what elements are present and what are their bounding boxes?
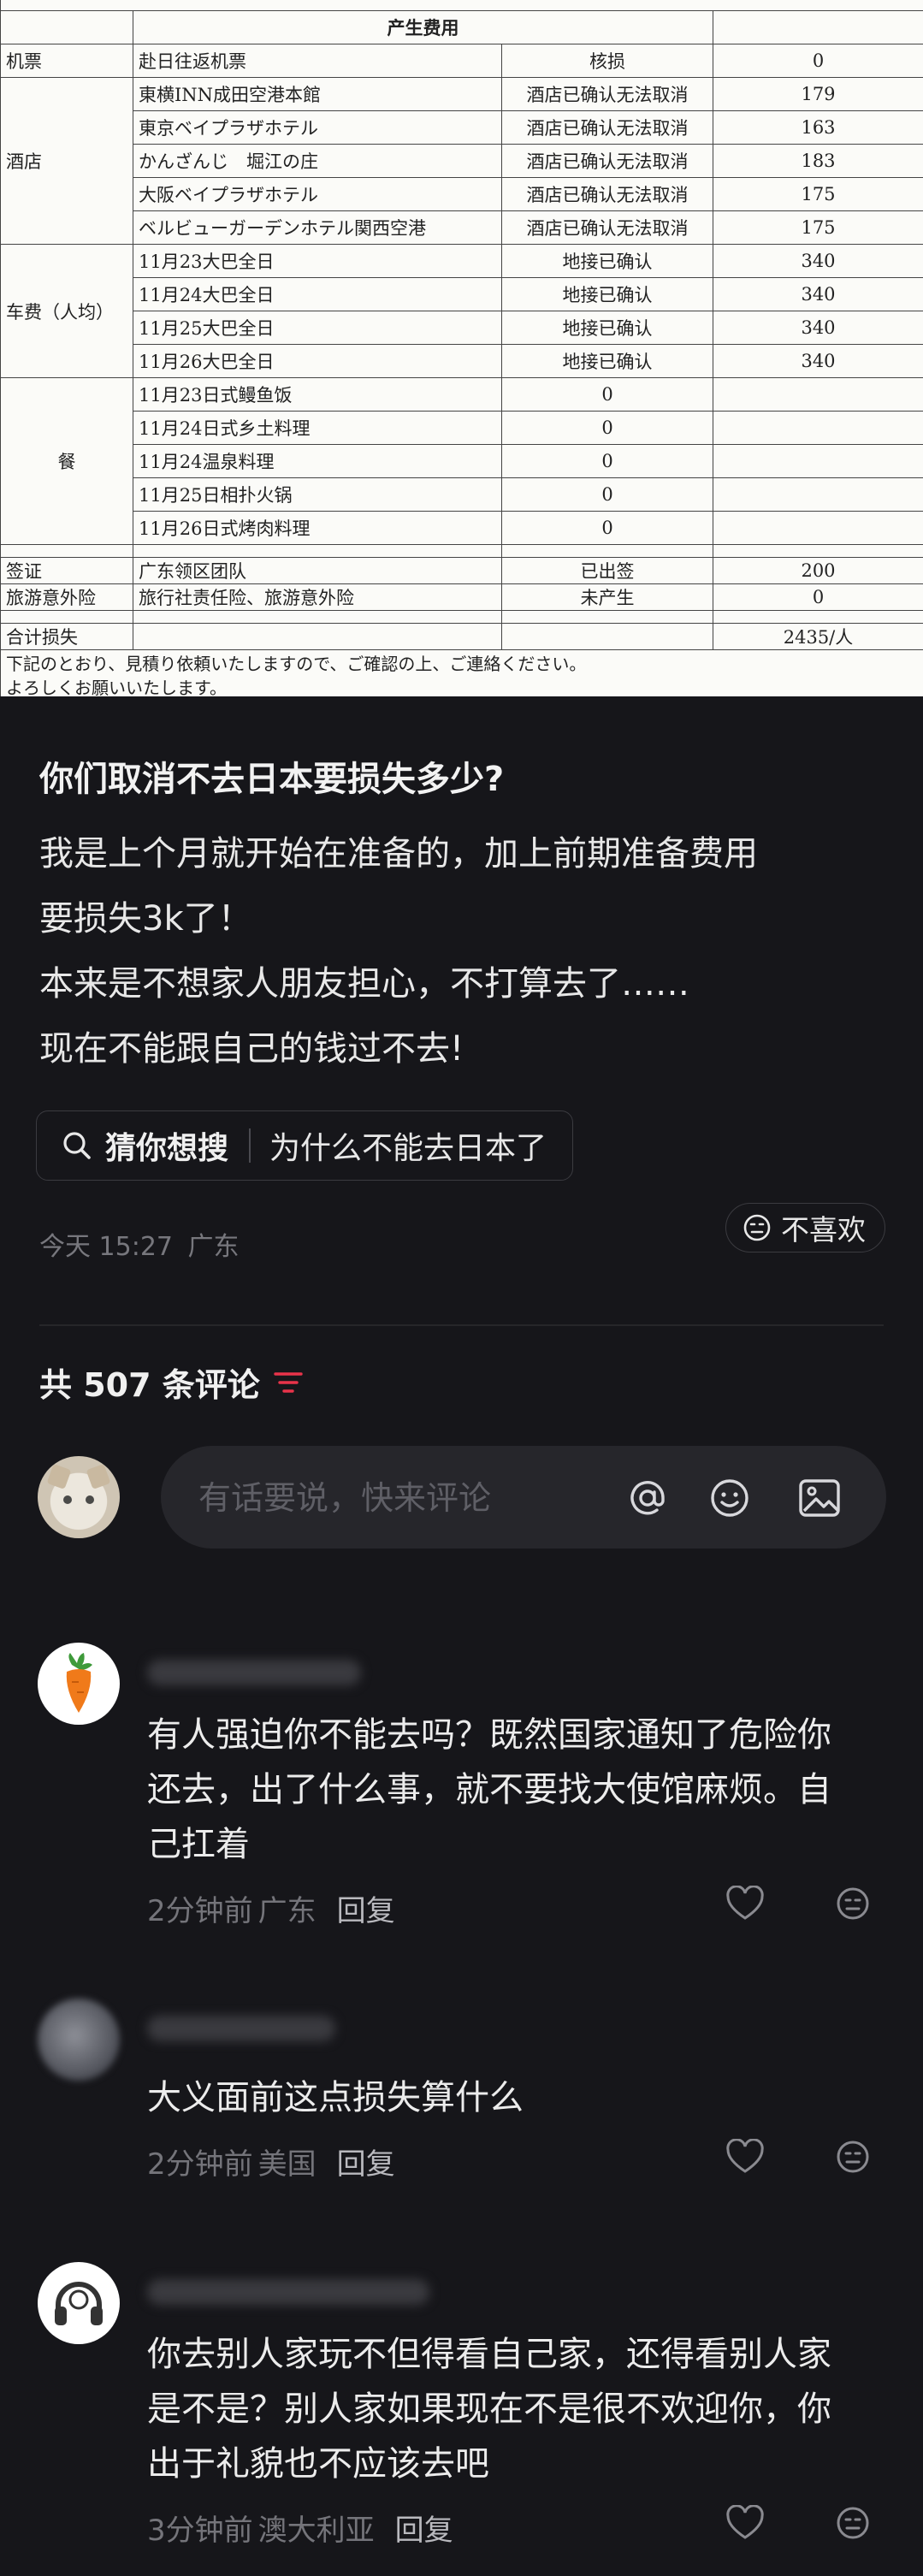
post-time: 今天 15:27 bbox=[39, 1232, 173, 1262]
category-cell: 酒店 bbox=[0, 77, 133, 245]
comment-line: 还去，出了什么事，就不要找大使馆麻烦。自 bbox=[147, 1770, 831, 1809]
table-row: 旅游意外险 旅行社责任险、旅游意外险 未产生 0 bbox=[0, 583, 923, 611]
table-header-row: 产生费用 bbox=[0, 10, 923, 44]
comment-count: 共 507 条评论 bbox=[39, 1359, 303, 1406]
comment-meta: 2分钟前 广东 回复 bbox=[147, 1887, 395, 1929]
comment-meta: 2分钟前 美国 回复 bbox=[147, 2141, 395, 2182]
post-body-line: 我是上个月就开始在准备的，加上前期准备费用 bbox=[39, 834, 758, 873]
avatar-eye bbox=[63, 1495, 72, 1504]
sad-face-icon[interactable] bbox=[835, 1886, 871, 1922]
table-row: 11月24大巴全日 地接已确认 340 bbox=[1, 277, 923, 311]
table-total-row: 合计损失 2435/人 bbox=[0, 623, 923, 650]
post-title: 你们取消不去日本要损失多少? bbox=[39, 760, 505, 799]
category-cell: 车费（人均） bbox=[0, 244, 133, 378]
comment-time: 2分钟前 bbox=[147, 2147, 253, 2182]
post-body: 我是上个月就开始在准备的，加上前期准备费用 要损失3k了！ 本来是不想家人朋友担… bbox=[39, 821, 895, 1081]
table-row: 東京ベイプラザホテル 酒店已确认无法取消 163 bbox=[1, 110, 923, 145]
heart-icon[interactable] bbox=[725, 2139, 765, 2175]
table-note-row: 下記のとおり、見積り依頼いたしますので、ご確認の上、ご連絡ください。 よろしくお… bbox=[0, 649, 923, 696]
table-row: ベルビューガーデンホテル関西空港 酒店已确认无法取消 175 bbox=[1, 210, 923, 245]
comment-location: 美国 bbox=[257, 2147, 317, 2182]
table-row: 签证 广东领区团队 已出签 200 bbox=[0, 557, 923, 584]
table-row: かんざんじ 堀江の庄 酒店已确认无法取消 183 bbox=[1, 144, 923, 178]
avatar-ear bbox=[86, 1463, 111, 1490]
dislike-label: 不喜欢 bbox=[781, 1213, 866, 1247]
post-body-line: 现在不能跟自己的钱过不去! bbox=[39, 1029, 464, 1069]
carrot-avatar[interactable] bbox=[38, 1643, 120, 1725]
comment-count-label: 共 507 条评论 bbox=[39, 1366, 260, 1404]
table-row: 餐 11月23日式鳗鱼饭 0 bbox=[0, 377, 923, 545]
table-header-row bbox=[0, 0, 923, 11]
guess-query: 为什么不能去日本了 bbox=[269, 1131, 547, 1166]
search-icon bbox=[63, 1132, 91, 1159]
headphones-icon bbox=[55, 2282, 103, 2325]
table-spacer-row bbox=[0, 544, 923, 558]
table-row: 车费（人均） 11月23大巴全日 地接已确认 340 bbox=[0, 244, 923, 378]
sort-icon[interactable] bbox=[274, 1370, 303, 1395]
table-row: 11月25日相扑火锅 0 bbox=[1, 477, 923, 512]
reply-button[interactable]: 回复 bbox=[395, 2514, 453, 2548]
table-note: 下記のとおり、見積り依頼いたしますので、ご確認の上、ご連絡ください。 よろしくお… bbox=[0, 649, 923, 696]
comment-location: 澳大利亚 bbox=[257, 2514, 375, 2548]
image-icon[interactable] bbox=[797, 1477, 842, 1519]
category-cell: 餐 bbox=[0, 377, 133, 545]
comment-input[interactable] bbox=[197, 1446, 577, 1550]
table-title: 产生费用 bbox=[133, 10, 713, 44]
comment-text: 有人强迫你不能去吗？既然国家通知了危险你 还去，出了什么事，就不要找大使馆麻烦。… bbox=[147, 1708, 883, 1872]
avatar-eye bbox=[86, 1495, 94, 1504]
comment-input-bar[interactable] bbox=[161, 1446, 886, 1550]
comment-time: 3分钟前 bbox=[147, 2514, 253, 2548]
comment-location: 广东 bbox=[257, 1894, 317, 1928]
cost-table: 产生费用 机票 赴日往返机票 核损 0 酒店 東横INN成田空港本館 酒店已确认无法取消 1… bbox=[0, 0, 923, 696]
comment-text: 你去别人家玩不但得看自己家，还得看别人家 是不是？别人家如果现在不是很不欢迎你，… bbox=[147, 2327, 883, 2491]
sad-face-icon bbox=[743, 1214, 771, 1241]
sad-face-icon[interactable] bbox=[835, 2505, 871, 2541]
username-blurred[interactable] bbox=[147, 2279, 429, 2305]
headphones-avatar[interactable] bbox=[38, 2262, 120, 2344]
comment-line: 出于礼貌也不应该去吧 bbox=[147, 2444, 489, 2484]
comment-time: 2分钟前 bbox=[147, 1894, 253, 1928]
blurred-avatar[interactable] bbox=[38, 1999, 120, 2081]
guess-divider bbox=[249, 1128, 251, 1163]
my-avatar[interactable] bbox=[38, 1456, 120, 1538]
table-row: 大阪ベイプラザホテル 酒店已确认无法取消 175 bbox=[1, 177, 923, 211]
username-blurred[interactable] bbox=[147, 2016, 335, 2041]
section-divider bbox=[39, 1324, 884, 1326]
cost-table-image: 产生费用 机票 赴日往返机票 核损 0 酒店 東横INN成田空港本館 酒店已确认无法取消 1… bbox=[0, 0, 923, 696]
heart-icon[interactable] bbox=[725, 2505, 765, 2541]
total-value: 2435/人 bbox=[713, 623, 923, 650]
username-blurred[interactable] bbox=[147, 1660, 361, 1685]
dislike-button[interactable]: 不喜欢 bbox=[725, 1203, 885, 1252]
reply-button[interactable]: 回复 bbox=[337, 1894, 395, 1928]
comment-line: 大义面前这点损失算什么 bbox=[147, 2078, 524, 2117]
comment-line: 己扛着 bbox=[147, 1825, 250, 1864]
comment-line: 有人强迫你不能去吗？既然国家通知了危险你 bbox=[147, 1715, 831, 1755]
post-body-line: 本来是不想家人朋友担心，不打算去了…… bbox=[39, 964, 689, 1004]
mention-icon[interactable] bbox=[626, 1477, 669, 1519]
comment-text: 大义面前这点损失算什么 bbox=[147, 2070, 883, 2125]
emoji-icon[interactable] bbox=[708, 1477, 751, 1519]
carrot-icon bbox=[66, 1653, 92, 1713]
post-meta: 今天 15:27 广东 bbox=[39, 1225, 240, 1263]
table-row: 11月26日式烤肉料理 0 bbox=[1, 511, 923, 545]
sad-face-icon[interactable] bbox=[835, 2139, 871, 2175]
reply-button[interactable]: 回复 bbox=[337, 2147, 395, 2182]
table-row: 酒店 東横INN成田空港本館 酒店已确认无法取消 179 bbox=[0, 77, 923, 245]
avatar-ear bbox=[46, 1463, 72, 1490]
table-row: 11月24日式乡土料理 0 bbox=[1, 411, 923, 445]
guess-search-chip[interactable]: 猜你想搜 为什么不能去日本了 bbox=[36, 1110, 574, 1181]
post-body-line: 要损失3k了！ bbox=[39, 899, 252, 939]
post-location: 广东 bbox=[187, 1232, 240, 1262]
comment-meta: 3分钟前 澳大利亚 回复 bbox=[147, 2507, 453, 2549]
table-spacer-row bbox=[0, 610, 923, 624]
comment-line: 你去别人家玩不但得看自己家，还得看别人家 bbox=[147, 2335, 831, 2374]
guess-label: 猜你想搜 bbox=[105, 1131, 229, 1166]
table-row: 11月26大巴全日 地接已确认 340 bbox=[1, 344, 923, 378]
total-label: 合计损失 bbox=[0, 623, 133, 650]
table-row: 11月25大巴全日 地接已确认 340 bbox=[1, 311, 923, 345]
table-row: 11月24温泉料理 0 bbox=[1, 444, 923, 478]
comment-line: 是不是？别人家如果现在不是很不欢迎你，你 bbox=[147, 2389, 831, 2429]
heart-icon[interactable] bbox=[725, 1886, 765, 1922]
table-row: 机票 赴日往返机票 核损 0 bbox=[0, 44, 923, 78]
